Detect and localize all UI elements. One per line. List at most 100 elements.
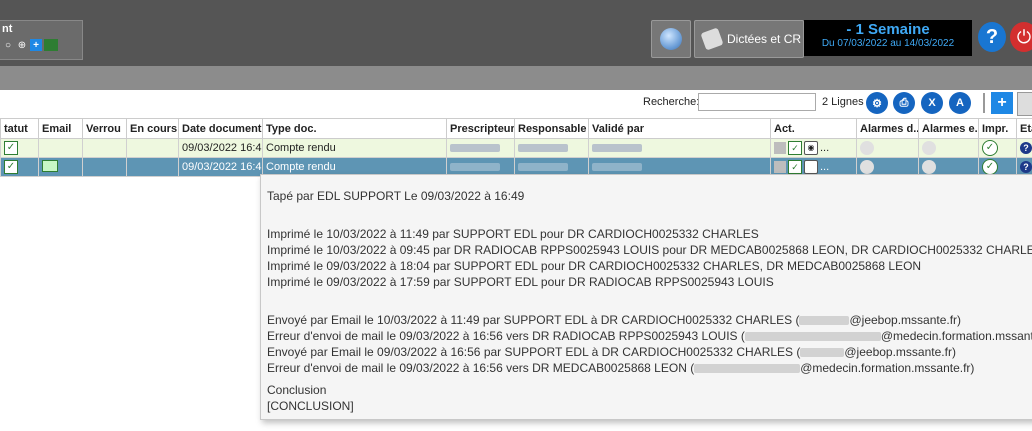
alarm-d-cell bbox=[856, 138, 919, 158]
in-progress-cell bbox=[126, 157, 179, 177]
lines-count: 2 Lignes bbox=[822, 96, 864, 108]
week-selector[interactable]: - 1 Semaine Du 07/03/2022 au 14/03/2022 bbox=[804, 20, 972, 56]
circle-icon: ○ bbox=[4, 39, 12, 51]
help-button[interactable]: ? bbox=[978, 22, 1006, 52]
power-button[interactable]: ⏻ bbox=[1010, 22, 1032, 52]
redacted-email bbox=[694, 364, 801, 374]
alarm-e-cell bbox=[918, 138, 979, 158]
lock-cell bbox=[82, 138, 127, 158]
prescripteur-cell bbox=[446, 138, 515, 158]
dictees-label: Dictées et CR bbox=[727, 32, 802, 46]
alarm-icon bbox=[860, 141, 874, 155]
alarm-icon bbox=[860, 160, 874, 174]
add-button[interactable]: + bbox=[991, 92, 1013, 114]
table-row[interactable]: ✓ 09/03/2022 16:48 Compte rendu ✓ ◉... ✓ … bbox=[0, 138, 1032, 158]
view-icon[interactable]: ◉ bbox=[804, 141, 818, 155]
app-logo[interactable]: nt ○ ⊕ + bbox=[0, 20, 83, 60]
col-alarmes-d[interactable]: Alarmes d... bbox=[856, 118, 919, 139]
logo-text: nt bbox=[2, 23, 13, 35]
top-bar: nt ○ ⊕ + Dictées et CR - 1 Semaine Du 07… bbox=[0, 0, 1032, 66]
col-etat[interactable]: Eta bbox=[1016, 118, 1032, 139]
col-responsable[interactable]: Responsable bbox=[514, 118, 589, 139]
alarm-icon bbox=[922, 141, 936, 155]
print-history-line: Imprimé le 10/03/2022 à 11:49 par SUPPOR… bbox=[267, 227, 759, 241]
toolbar-separator bbox=[983, 93, 985, 113]
week-range: Du 07/03/2022 au 14/03/2022 bbox=[821, 38, 955, 49]
printed-icon: ✓ bbox=[982, 140, 998, 156]
pdf-icon[interactable]: A bbox=[949, 92, 971, 114]
redacted-text bbox=[450, 163, 500, 172]
date-cell: 09/03/2022 16:48 bbox=[178, 138, 263, 158]
dictation-icon bbox=[700, 27, 724, 51]
email-line-prefix: Envoyé par Email le 09/03/2022 à 16:56 p… bbox=[267, 345, 801, 359]
col-email[interactable]: Email bbox=[38, 118, 83, 139]
card-icon bbox=[44, 39, 58, 51]
email-sent-icon bbox=[42, 159, 58, 172]
email-history-line: Erreur d'envoi de mail le 09/03/2022 à 1… bbox=[267, 329, 1032, 343]
logo-icons: ○ ⊕ + bbox=[2, 39, 58, 51]
col-en-cours[interactable]: En cours bbox=[126, 118, 179, 139]
table-header: tatut Email Verrou En cours Date documen… bbox=[0, 118, 1032, 139]
info-icon[interactable]: ? bbox=[1020, 161, 1032, 173]
settings-icon[interactable]: ⚙ bbox=[866, 92, 888, 114]
date-cell: 09/03/2022 16:49 bbox=[178, 157, 263, 177]
status-cell: ✓ bbox=[0, 138, 39, 158]
email-history-line: Envoyé par Email le 10/03/2022 à 11:49 p… bbox=[267, 313, 961, 327]
excel-icon[interactable]: X bbox=[921, 92, 943, 114]
validated-icon: ✓ bbox=[4, 141, 18, 155]
search-label: Recherche: bbox=[643, 96, 700, 108]
info-icon[interactable]: ? bbox=[1020, 142, 1032, 154]
extra-button[interactable] bbox=[1017, 92, 1032, 116]
sub-bar: ☰ 🔧 🗑 bbox=[0, 66, 1032, 152]
typed-by-line: Tapé par EDL SUPPORT Le 09/03/2022 à 16:… bbox=[267, 189, 525, 203]
etat-cell: ? bbox=[1016, 138, 1032, 158]
plus-icon: + bbox=[30, 39, 42, 51]
col-valide-par[interactable]: Validé par bbox=[588, 118, 771, 139]
redacted-email bbox=[800, 348, 845, 358]
print-history-line: Imprimé le 09/03/2022 à 18:04 par SUPPOR… bbox=[267, 259, 922, 273]
col-alarmes-e[interactable]: Alarmes e... bbox=[918, 118, 979, 139]
col-impr[interactable]: Impr. bbox=[978, 118, 1017, 139]
conclusion-label: Conclusion bbox=[267, 383, 327, 397]
print-history-line: Imprimé le 10/03/2022 à 09:45 par DR RAD… bbox=[267, 243, 1032, 257]
globe-icon bbox=[660, 28, 682, 50]
impr-cell: ✓ bbox=[978, 138, 1017, 158]
view-icon[interactable]: ◉ bbox=[804, 160, 818, 174]
col-statut[interactable]: tatut bbox=[0, 118, 39, 139]
alarm-icon bbox=[922, 160, 936, 174]
history-tooltip: Tapé par EDL SUPPORT Le 09/03/2022 à 16:… bbox=[260, 174, 1032, 420]
conclusion-value: [CONCLUSION] bbox=[267, 399, 354, 413]
redacted-text bbox=[592, 144, 642, 153]
col-prescripteur[interactable]: Prescripteur bbox=[446, 118, 515, 139]
validate-icon[interactable]: ✓ bbox=[788, 141, 802, 155]
print-history-line: Imprimé le 09/03/2022 à 17:59 par SUPPOR… bbox=[267, 275, 774, 289]
redacted-text bbox=[518, 144, 568, 153]
more-actions[interactable]: ... bbox=[820, 142, 829, 154]
dictees-button[interactable]: Dictées et CR bbox=[694, 20, 804, 58]
email-cell bbox=[38, 157, 83, 177]
type-cell: Compte rendu bbox=[262, 138, 447, 158]
col-act[interactable]: Act. bbox=[770, 118, 857, 139]
email-history-line: Envoyé par Email le 09/03/2022 à 16:56 p… bbox=[267, 345, 956, 359]
email-line-suffix: @jeebop.mssante.fr) bbox=[844, 345, 956, 359]
col-type-doc[interactable]: Type doc. bbox=[262, 118, 447, 139]
search-input[interactable] bbox=[698, 93, 816, 111]
more-actions[interactable]: ... bbox=[820, 161, 829, 173]
printed-icon: ✓ bbox=[982, 159, 998, 175]
globe-button[interactable] bbox=[651, 20, 691, 58]
week-title: - 1 Semaine bbox=[846, 21, 930, 38]
redacted-text bbox=[450, 144, 500, 153]
validate-icon[interactable]: ✓ bbox=[788, 160, 802, 174]
redacted-text bbox=[592, 163, 642, 172]
document-icon[interactable] bbox=[774, 142, 786, 154]
valide-par-cell bbox=[588, 138, 771, 158]
document-icon[interactable] bbox=[774, 161, 786, 173]
col-date-document[interactable]: Date document bbox=[178, 118, 263, 139]
print-icon[interactable]: ⎙ bbox=[893, 92, 915, 114]
lock-cell bbox=[82, 157, 127, 177]
status-cell: ✓ bbox=[0, 157, 39, 177]
col-verrou[interactable]: Verrou bbox=[82, 118, 127, 139]
email-line-prefix: Erreur d'envoi de mail le 09/03/2022 à 1… bbox=[267, 361, 695, 375]
email-line-prefix: Envoyé par Email le 10/03/2022 à 11:49 p… bbox=[267, 313, 800, 327]
actions-cell: ✓ ◉... bbox=[770, 138, 857, 158]
